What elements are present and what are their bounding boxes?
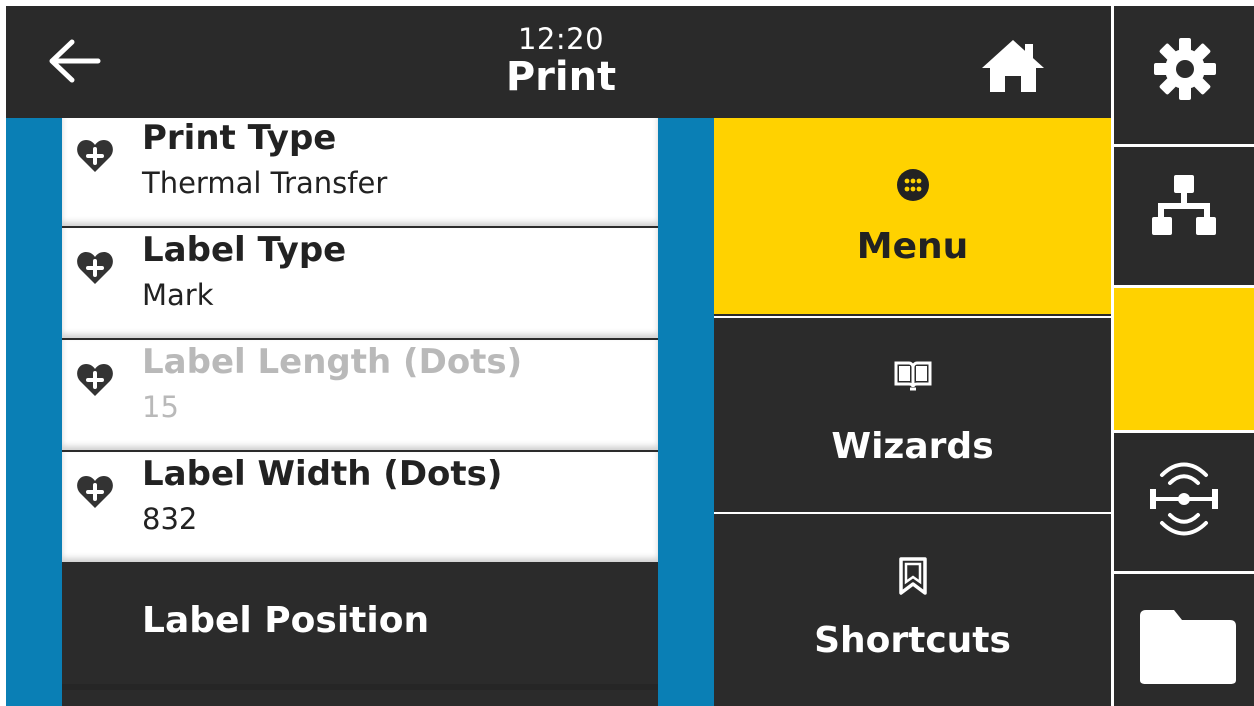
printer-screen: 12:20 Print Print Type Thermal Transfer: [6, 6, 1254, 706]
item-value: Thermal Transfer: [142, 166, 388, 200]
network-icon: [1152, 175, 1216, 235]
clock-time: 12:20: [517, 22, 605, 56]
settings-button[interactable]: [1114, 6, 1254, 144]
settings-list: Print Type Thermal Transfer Label Type M…: [62, 118, 658, 706]
arrow-left-icon: [49, 39, 101, 83]
rfid-icon: [1150, 462, 1218, 536]
home-icon: [982, 40, 1044, 92]
heart-plus-icon: [77, 140, 113, 172]
item-label: Label Width (Dots): [142, 454, 503, 494]
main-nav: Menu Wizards Shortcuts: [714, 118, 1111, 706]
header-bar: 12:20 Print: [6, 6, 1111, 118]
item-label: Label Position: [142, 600, 430, 641]
bookmark-icon: [899, 557, 927, 595]
list-item-label-position[interactable]: Label Position: [62, 564, 658, 690]
item-value: 15: [142, 390, 179, 424]
shortcuts-button[interactable]: Shortcuts: [714, 512, 1111, 706]
heart-plus-icon: [77, 364, 113, 396]
item-label: Label Length (Dots): [142, 342, 523, 382]
item-label: Print Type: [142, 118, 337, 158]
page-title: Print: [505, 54, 617, 100]
heart-plus-icon: [77, 476, 113, 508]
heart-plus-icon: [77, 252, 113, 284]
folder-icon: [1140, 610, 1236, 684]
print-tab-active[interactable]: [1114, 288, 1254, 430]
wizards-button[interactable]: Wizards: [714, 316, 1111, 512]
list-item-print-type[interactable]: Print Type Thermal Transfer: [62, 118, 658, 226]
grid-circle-icon: [897, 169, 929, 201]
rfid-button[interactable]: [1114, 433, 1254, 571]
list-item-label-type[interactable]: Label Type Mark: [62, 228, 658, 338]
menu-button[interactable]: Menu: [714, 118, 1111, 314]
gear-icon: [1154, 38, 1216, 100]
list-item-label-width[interactable]: Label Width (Dots) 832: [62, 452, 658, 562]
storage-button[interactable]: [1114, 574, 1254, 706]
item-label: Label Type: [142, 230, 347, 270]
back-button[interactable]: [46, 36, 106, 86]
side-nav: [1111, 6, 1254, 706]
home-button[interactable]: [978, 36, 1048, 94]
item-value: 832: [142, 502, 198, 536]
settings-list-panel: Print Type Thermal Transfer Label Type M…: [6, 118, 714, 706]
item-value: Mark: [142, 278, 214, 312]
menu-label: Menu: [856, 226, 969, 267]
network-button[interactable]: [1114, 147, 1254, 285]
list-item-label-length: Label Length (Dots) 15: [62, 340, 658, 450]
wizards-label: Wizards: [831, 426, 994, 467]
shortcuts-label: Shortcuts: [814, 620, 1011, 661]
book-icon: [894, 361, 932, 391]
